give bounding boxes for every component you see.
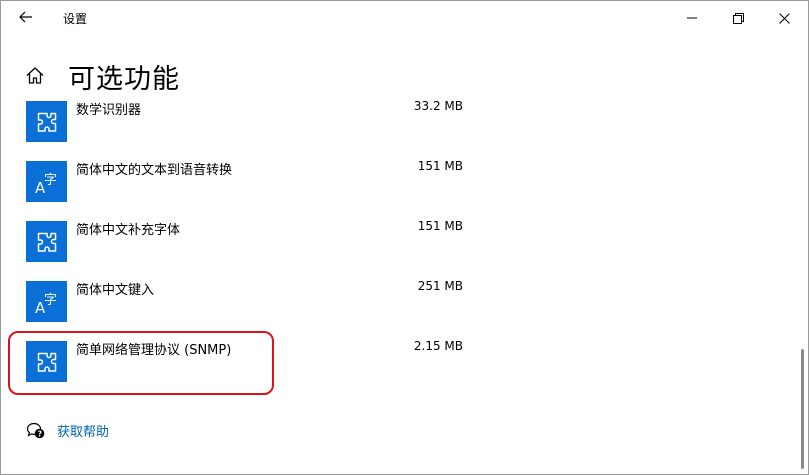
feature-name: 简体中文补充字体	[76, 223, 181, 238]
feature-size: 2.15 MB	[413, 339, 463, 353]
settings-window: 设置 可选功能 数学识别器 33.2 MB A 字 简体中文的文本到语音转换 1…	[0, 0, 809, 475]
home-button[interactable]	[23, 64, 47, 86]
close-button[interactable]	[761, 1, 807, 35]
language-icon: A 字	[26, 161, 67, 202]
puzzle-icon	[26, 221, 67, 262]
feature-item-typing-zh-cn[interactable]: A 字 简体中文键入 251 MB	[23, 279, 473, 329]
feature-size: 151 MB	[417, 159, 463, 173]
language-icon: A 字	[26, 281, 67, 322]
get-help-label: 获取帮助	[57, 425, 110, 440]
feature-size: 33.2 MB	[413, 99, 463, 113]
close-icon	[778, 12, 790, 24]
back-arrow-icon	[19, 11, 32, 23]
minimize-icon	[687, 17, 697, 19]
svg-text:字: 字	[44, 173, 57, 188]
minimize-button[interactable]	[669, 1, 715, 35]
home-icon	[26, 66, 44, 84]
back-button[interactable]	[11, 3, 41, 31]
restore-button[interactable]	[715, 1, 761, 35]
get-help-link[interactable]: ? 获取帮助	[26, 421, 109, 440]
feature-name: 简体中文的文本到语音转换	[76, 163, 233, 178]
window-title: 设置	[63, 12, 88, 26]
feature-size: 151 MB	[417, 219, 463, 233]
title-bar: 设置	[1, 1, 808, 35]
feature-name: 数学识别器	[76, 103, 142, 118]
highlight-annotation	[8, 331, 274, 395]
restore-icon	[732, 12, 744, 24]
feature-item-supplemental-fonts-zh-cn[interactable]: 简体中文补充字体 151 MB	[23, 219, 473, 269]
svg-text:字: 字	[44, 293, 57, 308]
page-title: 可选功能	[68, 64, 180, 95]
chat-help-icon: ?	[26, 422, 45, 438]
puzzle-icon	[26, 101, 67, 142]
scrollbar-thumb[interactable]	[801, 349, 804, 469]
feature-item-math-recognizer[interactable]: 数学识别器 33.2 MB	[23, 99, 473, 149]
feature-size: 251 MB	[417, 279, 463, 293]
feature-item-tts-zh-cn[interactable]: A 字 简体中文的文本到语音转换 151 MB	[23, 159, 473, 209]
svg-text:?: ?	[38, 429, 42, 438]
feature-name: 简体中文键入	[76, 283, 155, 298]
